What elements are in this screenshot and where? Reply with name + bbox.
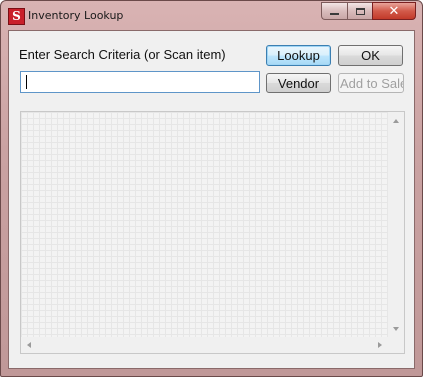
app-s-icon: S [8,8,25,25]
scroll-right-arrow-icon[interactable] [378,342,382,348]
ok-button[interactable]: OK [338,45,403,66]
maximize-button[interactable] [347,2,372,20]
scrollbar-corner [388,337,404,353]
scroll-up-arrow-icon[interactable] [393,119,399,123]
add-to-sale-button: Add to Sale [338,73,404,93]
minimize-button[interactable] [321,2,347,20]
close-icon: ✕ [388,3,400,19]
search-criteria-label: Enter Search Criteria (or Scan item) [19,47,226,62]
dialog-body: Enter Search Criteria (or Scan item) Loo… [8,30,415,369]
scroll-left-arrow-icon[interactable] [27,342,31,348]
minimize-icon [330,13,339,15]
close-button[interactable]: ✕ [372,2,416,20]
search-input[interactable] [20,71,260,93]
scroll-down-arrow-icon[interactable] [393,327,399,331]
vertical-scrollbar[interactable] [388,112,404,337]
title-bar[interactable]: S Inventory Lookup ✕ [1,1,422,31]
text-caret [26,75,27,89]
inventory-lookup-window: S Inventory Lookup ✕ Enter Search Criter… [0,0,423,377]
results-grid[interactable] [20,111,405,354]
window-title: Inventory Lookup [28,9,124,22]
lookup-button[interactable]: Lookup [266,45,331,66]
horizontal-scrollbar[interactable] [21,337,388,353]
maximize-icon [355,7,365,15]
vendor-button[interactable]: Vendor [266,73,331,93]
window-controls: ✕ [321,2,416,21]
